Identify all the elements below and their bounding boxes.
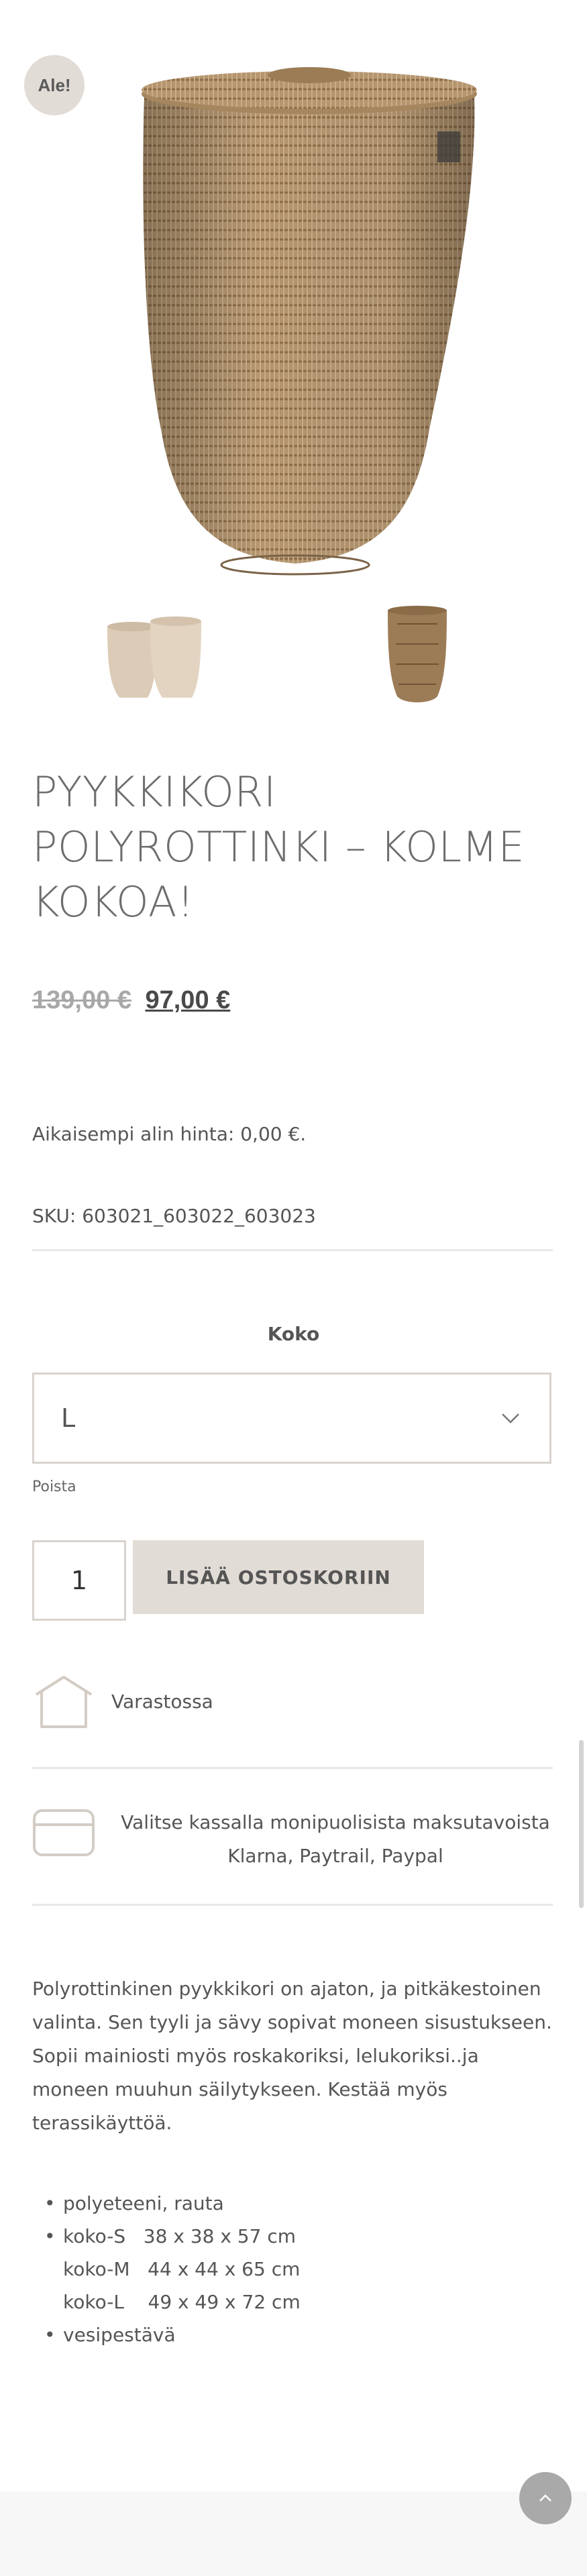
list-item: • koko-S 38 x 38 x 57 cm bbox=[44, 2225, 296, 2247]
divider bbox=[32, 1904, 553, 1906]
divider bbox=[32, 1767, 553, 1769]
chevron-down-icon bbox=[502, 1413, 519, 1424]
product-sku: SKU: 603021_603022_603023 bbox=[32, 1205, 316, 1227]
stock-status: Varastossa bbox=[111, 1690, 213, 1713]
list-item: • polyeteeni, rauta bbox=[44, 2192, 224, 2214]
chevron-up-icon bbox=[539, 2494, 551, 2502]
thumbnail-image-1[interactable] bbox=[93, 604, 213, 711]
reset-variation-link[interactable]: Poista bbox=[32, 1479, 76, 1495]
payment-providers-text: Klarna, Paytrail, Paypal bbox=[227, 1845, 443, 1867]
sale-price: 97,00 € bbox=[145, 986, 231, 1014]
list-item: koko-L 49 x 49 x 72 cm bbox=[63, 2291, 301, 2313]
warehouse-icon bbox=[35, 1676, 93, 1728]
scrollbar[interactable] bbox=[579, 1740, 584, 1908]
product-main-image[interactable] bbox=[0, 0, 587, 590]
list-item: koko-M 44 x 44 x 65 cm bbox=[63, 2258, 301, 2280]
payment-info: Valitse kassalla monipuolisista maksutav… bbox=[107, 1806, 564, 1873]
list-item: • vesipestävä bbox=[44, 2324, 176, 2346]
sale-badge: Ale! bbox=[24, 55, 85, 115]
thumbnail-image-2[interactable] bbox=[357, 604, 478, 711]
divider bbox=[32, 1249, 553, 1251]
spec-list: • polyeteeni, rauta • koko-S 38 x 38 x 57 … bbox=[32, 2187, 555, 2351]
quantity-input[interactable]: 1 bbox=[32, 1540, 126, 1621]
product-title: PYYKKIKORI POLYROTTINKI – KOLME KOKOA! bbox=[32, 767, 525, 926]
size-select-value: L bbox=[61, 1403, 76, 1433]
footer bbox=[0, 2491, 587, 2576]
size-select[interactable]: L bbox=[32, 1373, 551, 1464]
credit-card-icon bbox=[33, 1809, 95, 1856]
scroll-to-top-button[interactable] bbox=[519, 2472, 572, 2524]
product-description: Polyrottinkinen pyykkikori on ajaton, ja… bbox=[32, 1978, 552, 2134]
add-to-cart-button[interactable]: LISÄÄ OSTOSKORIIN bbox=[133, 1540, 424, 1614]
payment-methods-text: Valitse kassalla monipuolisista maksutav… bbox=[121, 1811, 550, 1833]
variation-label: Koko bbox=[267, 1323, 320, 1345]
previous-lowest-price: Aikaisempi alin hinta: 0,00 €. bbox=[32, 1123, 307, 1145]
old-price: 139,00 € bbox=[32, 986, 131, 1014]
price-row: 139,00 € 97,00 € bbox=[32, 986, 230, 1015]
